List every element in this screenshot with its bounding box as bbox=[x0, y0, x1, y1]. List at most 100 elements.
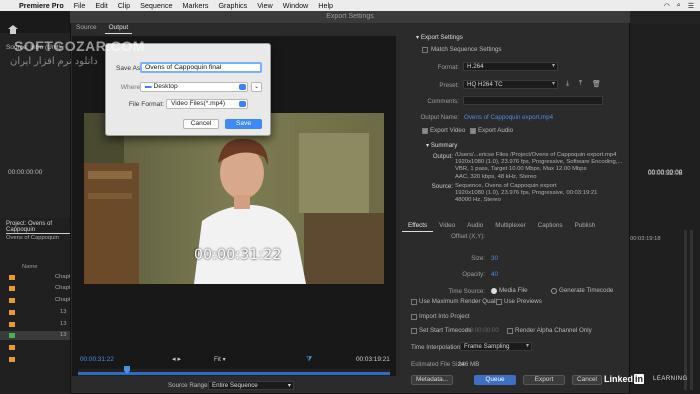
where-label: Where: bbox=[120, 84, 142, 91]
list-item[interactable]: Chapte bbox=[0, 296, 74, 305]
export-settings-header[interactable]: ▾ Export Settings bbox=[416, 34, 463, 41]
export-video-checkbox[interactable] bbox=[422, 128, 428, 134]
summary-output-text: /Users/...ericse Files /Project/Ovens of… bbox=[455, 152, 623, 180]
watermark-title: SOFTGOZAR.COM bbox=[14, 38, 145, 54]
source-range-label: Source Range: bbox=[168, 382, 210, 389]
cancel-button[interactable]: Cancel bbox=[183, 119, 219, 129]
use-previews-label: Use Previews bbox=[504, 298, 542, 305]
playback-range-bar[interactable] bbox=[78, 372, 390, 375]
end-timecode: 00:03:19:21 bbox=[356, 356, 390, 363]
menu-window[interactable]: Window bbox=[278, 1, 314, 10]
tab-video[interactable]: Video bbox=[433, 222, 461, 232]
current-timecode[interactable]: 00:00:31:22 bbox=[80, 356, 114, 363]
fit-select[interactable]: Fit ▾ bbox=[214, 356, 254, 364]
search-icon[interactable]: ⌕ bbox=[677, 2, 681, 10]
tab-output[interactable]: Output bbox=[104, 24, 133, 34]
tab-multiplexer[interactable]: Multiplexer bbox=[489, 222, 531, 232]
tab-captions[interactable]: Captions bbox=[532, 222, 569, 232]
match-sequence-label: Match Sequence Settings bbox=[431, 46, 502, 53]
tab-effects[interactable]: Effects bbox=[402, 222, 434, 232]
summary-source-text: Sequence, Ovens of Cappoquin export 1920… bbox=[455, 183, 598, 204]
import-preset-icon[interactable]: ⤒ bbox=[579, 80, 582, 88]
audio-meter bbox=[684, 230, 687, 390]
tab-source[interactable]: Source bbox=[72, 24, 101, 34]
project-panel: Project: Ovens of Cappoquin Ovens of Cap… bbox=[0, 218, 74, 394]
list-item[interactable] bbox=[0, 355, 70, 364]
size-value[interactable]: 30 bbox=[491, 255, 498, 262]
program-monitor-panel: 00:00:00:00 00:00:32:08 00:03:19:18 bbox=[630, 24, 700, 394]
output-name-link[interactable]: Ovens of Cappoquin export.mp4 bbox=[464, 114, 553, 121]
menu-sequence[interactable]: Sequence bbox=[135, 1, 177, 10]
mark-in-icon[interactable]: ◂ ▸ bbox=[172, 355, 181, 363]
offset-label: Offset (X,Y): bbox=[451, 233, 485, 240]
start-timecode-value[interactable]: 00:00:00:00 bbox=[466, 327, 499, 334]
source-timecode: 00:00:00:00 bbox=[8, 169, 43, 176]
program-timecode: 00:00:32:08 bbox=[648, 170, 683, 177]
sequence-end-timecode: 00:03:19:18 bbox=[630, 236, 661, 242]
queue-button[interactable]: Queue bbox=[474, 375, 516, 385]
use-previews-checkbox[interactable] bbox=[496, 299, 502, 305]
preset-select[interactable]: HQ H264 TC bbox=[463, 80, 558, 89]
file-format-select[interactable]: Video Files(*.mp4) bbox=[166, 99, 248, 109]
cancel-export-button[interactable]: Cancel bbox=[572, 375, 602, 385]
set-start-timecode-label: Set Start Timecode bbox=[419, 327, 472, 334]
menu-markers[interactable]: Markers bbox=[178, 1, 214, 10]
where-select[interactable]: ▬ Desktop bbox=[140, 82, 248, 92]
wifi-icon[interactable]: ◠ bbox=[664, 2, 670, 10]
source-range-select[interactable]: Entire Sequence ▾ bbox=[208, 381, 294, 390]
list-item[interactable]: 13 bbox=[0, 331, 70, 340]
opacity-label: Opacity: bbox=[462, 271, 485, 278]
menu-graphics[interactable]: Graphics bbox=[213, 1, 252, 10]
generate-timecode-label: Generate Timecode bbox=[559, 287, 614, 294]
home-icon[interactable] bbox=[8, 25, 18, 34]
media-file-radio[interactable] bbox=[491, 288, 497, 294]
expand-dialog-button[interactable]: ⌄ bbox=[251, 82, 262, 92]
menu-help[interactable]: Help bbox=[313, 1, 338, 10]
summary-header[interactable]: ▾ Summary bbox=[426, 142, 457, 149]
menu-file[interactable]: File bbox=[69, 1, 91, 10]
save-preset-icon[interactable]: ⤓ bbox=[566, 80, 569, 88]
set-marker-icon[interactable]: ⧩ bbox=[306, 356, 312, 364]
tab-publish[interactable]: Publish bbox=[569, 222, 602, 232]
menu-clip[interactable]: Clip bbox=[113, 1, 135, 10]
render-alpha-checkbox[interactable] bbox=[507, 328, 513, 334]
delete-preset-icon[interactable]: 🗑 bbox=[592, 80, 601, 88]
format-select[interactable]: H.264 bbox=[463, 62, 558, 71]
list-item[interactable]: Chapte bbox=[0, 273, 74, 282]
save-button[interactable]: Save bbox=[225, 119, 262, 129]
save-as-input[interactable]: Ovens of Cappoquin final bbox=[140, 62, 262, 73]
export-button[interactable]: Export bbox=[523, 375, 565, 385]
where-value: Desktop bbox=[153, 83, 178, 90]
list-item[interactable]: 13 bbox=[0, 308, 70, 317]
render-alpha-label: Render Alpha Channel Only bbox=[515, 327, 592, 334]
list-item[interactable] bbox=[0, 343, 70, 352]
size-label: Size: bbox=[471, 255, 485, 262]
chevron-updown-icon bbox=[239, 84, 246, 90]
max-render-quality-checkbox[interactable] bbox=[411, 299, 417, 305]
menu-bar: Premiere Pro File Edit Clip Sequence Mar… bbox=[0, 0, 700, 11]
menu-edit[interactable]: Edit bbox=[90, 1, 112, 10]
opacity-value[interactable]: 40 bbox=[491, 271, 498, 278]
match-sequence-checkbox[interactable] bbox=[422, 47, 428, 53]
import-into-project-label: Import Into Project bbox=[419, 313, 470, 320]
file-format-value: Video Files(*.mp4) bbox=[171, 100, 226, 107]
metadata-button[interactable]: Metadata... bbox=[411, 375, 453, 385]
menu-app-name[interactable]: Premiere Pro bbox=[14, 1, 69, 10]
export-audio-checkbox[interactable] bbox=[470, 128, 476, 134]
list-item[interactable]: Chapte bbox=[0, 284, 74, 293]
import-into-project-checkbox[interactable] bbox=[411, 314, 417, 320]
tab-audio[interactable]: Audio bbox=[461, 222, 489, 232]
format-label: Format: bbox=[437, 64, 459, 71]
comments-input[interactable] bbox=[463, 96, 603, 105]
max-render-quality-label: Use Maximum Render Quality bbox=[419, 298, 502, 305]
time-interpolation-label: Time Interpolation: bbox=[411, 344, 463, 351]
menu-view[interactable]: View bbox=[252, 1, 277, 10]
list-item[interactable]: 13 bbox=[0, 320, 70, 329]
time-interpolation-select[interactable]: Frame Sampling bbox=[460, 342, 532, 351]
generate-timecode-radio[interactable] bbox=[551, 288, 557, 294]
project-panel-title[interactable]: Project: Ovens of Cappoquin bbox=[6, 221, 70, 234]
media-file-label: Media File bbox=[499, 287, 528, 294]
column-header-name[interactable]: Name bbox=[22, 264, 37, 270]
menu-list-icon[interactable]: ☰ bbox=[688, 2, 694, 10]
set-start-timecode-checkbox[interactable] bbox=[411, 328, 417, 334]
